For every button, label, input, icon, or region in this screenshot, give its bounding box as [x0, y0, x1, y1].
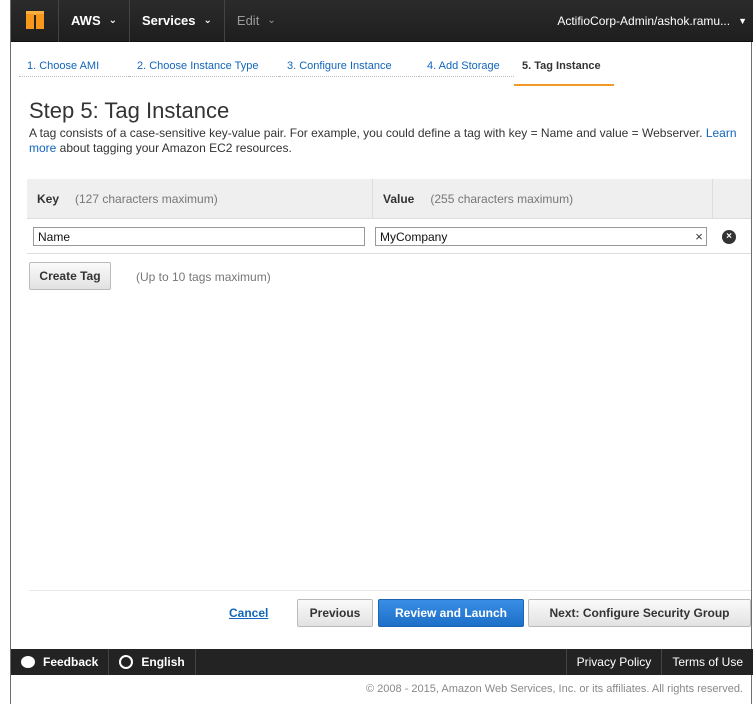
chevron-down-icon: ⌄: [267, 15, 276, 26]
page-title: Step 5: Tag Instance: [29, 98, 230, 123]
copyright-text: © 2008 - 2015, Amazon Web Services, Inc.…: [366, 683, 743, 695]
aws-logo[interactable]: [11, 0, 59, 42]
wizard-steps: 1. Choose AMI 2. Choose Instance Type 3.…: [19, 54, 614, 86]
next-configure-security-group-button[interactable]: Next: Configure Security Group: [528, 599, 751, 627]
tag-table-header: Key (127 characters maximum) Value (255 …: [27, 178, 751, 219]
aws-cube-icon: [25, 10, 44, 31]
globe-icon: [119, 655, 134, 669]
create-tag-button[interactable]: Create Tag: [29, 262, 111, 290]
feedback-label: Feedback: [43, 655, 99, 669]
terms-of-use-link[interactable]: Terms of Use: [661, 649, 753, 675]
tab-label: 2. Choose Instance Type: [137, 60, 259, 72]
chevron-down-icon: ⌄: [203, 15, 212, 26]
privacy-policy-link[interactable]: Privacy Policy: [565, 649, 662, 675]
key-column-header: Key (127 characters maximum): [27, 178, 373, 219]
clear-icon[interactable]: ×: [692, 228, 706, 245]
aws-menu[interactable]: AWS ⌄: [59, 0, 131, 42]
value-header-hint: (255 characters maximum): [430, 191, 574, 206]
tab-configure-instance[interactable]: 3. Configure Instance: [279, 54, 419, 86]
value-header-label: Value: [383, 191, 415, 206]
tab-choose-instance-type[interactable]: 2. Choose Instance Type: [129, 54, 279, 86]
feedback-button[interactable]: Feedback: [11, 649, 110, 675]
chevron-down-icon: ⌄: [108, 15, 118, 26]
description-text-end: about tagging your Amazon EC2 resources.: [56, 141, 292, 155]
services-menu[interactable]: Services ⌄: [130, 0, 225, 42]
tab-divider: [419, 76, 514, 80]
account-menu[interactable]: ActifioCorp-Admin/ashok.ramu... ▼: [557, 14, 753, 28]
tab-divider: [129, 76, 279, 80]
console-window: AWS ⌄ Services ⌄ Edit ⌄ ActifioCorp-Admi…: [10, 0, 753, 704]
description-text: A tag consists of a case-sensitive key-v…: [29, 126, 706, 140]
edit-menu[interactable]: Edit ⌄: [225, 0, 288, 42]
remove-tag-icon[interactable]: ×: [722, 230, 736, 244]
tab-divider: [19, 76, 129, 80]
cancel-link[interactable]: Cancel: [229, 606, 268, 620]
speech-bubble-icon: [21, 656, 35, 668]
key-header-label: Key: [37, 191, 60, 206]
previous-button[interactable]: Previous: [297, 599, 373, 627]
review-and-launch-button[interactable]: Review and Launch: [378, 599, 524, 627]
tab-tag-instance[interactable]: 5. Tag Instance: [514, 54, 614, 86]
tab-label: 5. Tag Instance: [522, 60, 601, 72]
services-menu-label: Services: [142, 13, 196, 28]
language-label: English: [141, 655, 185, 669]
footer-links: Privacy Policy Terms of Use: [565, 649, 753, 675]
create-tag-hint: (Up to 10 tags maximum): [136, 270, 271, 284]
tab-label: 1. Choose AMI: [27, 60, 100, 72]
key-header-hint: (127 characters maximum): [75, 191, 218, 206]
tab-choose-ami[interactable]: 1. Choose AMI: [19, 54, 129, 86]
top-navigation-bar: AWS ⌄ Services ⌄ Edit ⌄ ActifioCorp-Admi…: [11, 0, 753, 42]
tab-label: 4. Add Storage: [427, 60, 500, 72]
page-description: A tag consists of a case-sensitive key-v…: [29, 126, 749, 156]
aws-menu-label: AWS: [71, 13, 101, 28]
value-column-header: Value (255 characters maximum): [373, 178, 713, 219]
tab-add-storage[interactable]: 4. Add Storage: [419, 54, 514, 86]
bottom-bar: Feedback English Privacy Policy Terms of…: [11, 649, 753, 675]
tab-divider: [279, 76, 419, 80]
tab-label: 3. Configure Instance: [287, 60, 392, 72]
edit-menu-label: Edit: [236, 13, 260, 28]
tag-value-input[interactable]: [375, 227, 707, 246]
table-row: × ×: [27, 222, 751, 254]
tag-key-input[interactable]: [33, 227, 365, 246]
caret-down-icon: ▼: [738, 15, 747, 26]
language-selector[interactable]: English: [109, 649, 196, 675]
divider: [29, 590, 751, 591]
account-name: ActifioCorp-Admin/ashok.ramu...: [557, 13, 731, 28]
